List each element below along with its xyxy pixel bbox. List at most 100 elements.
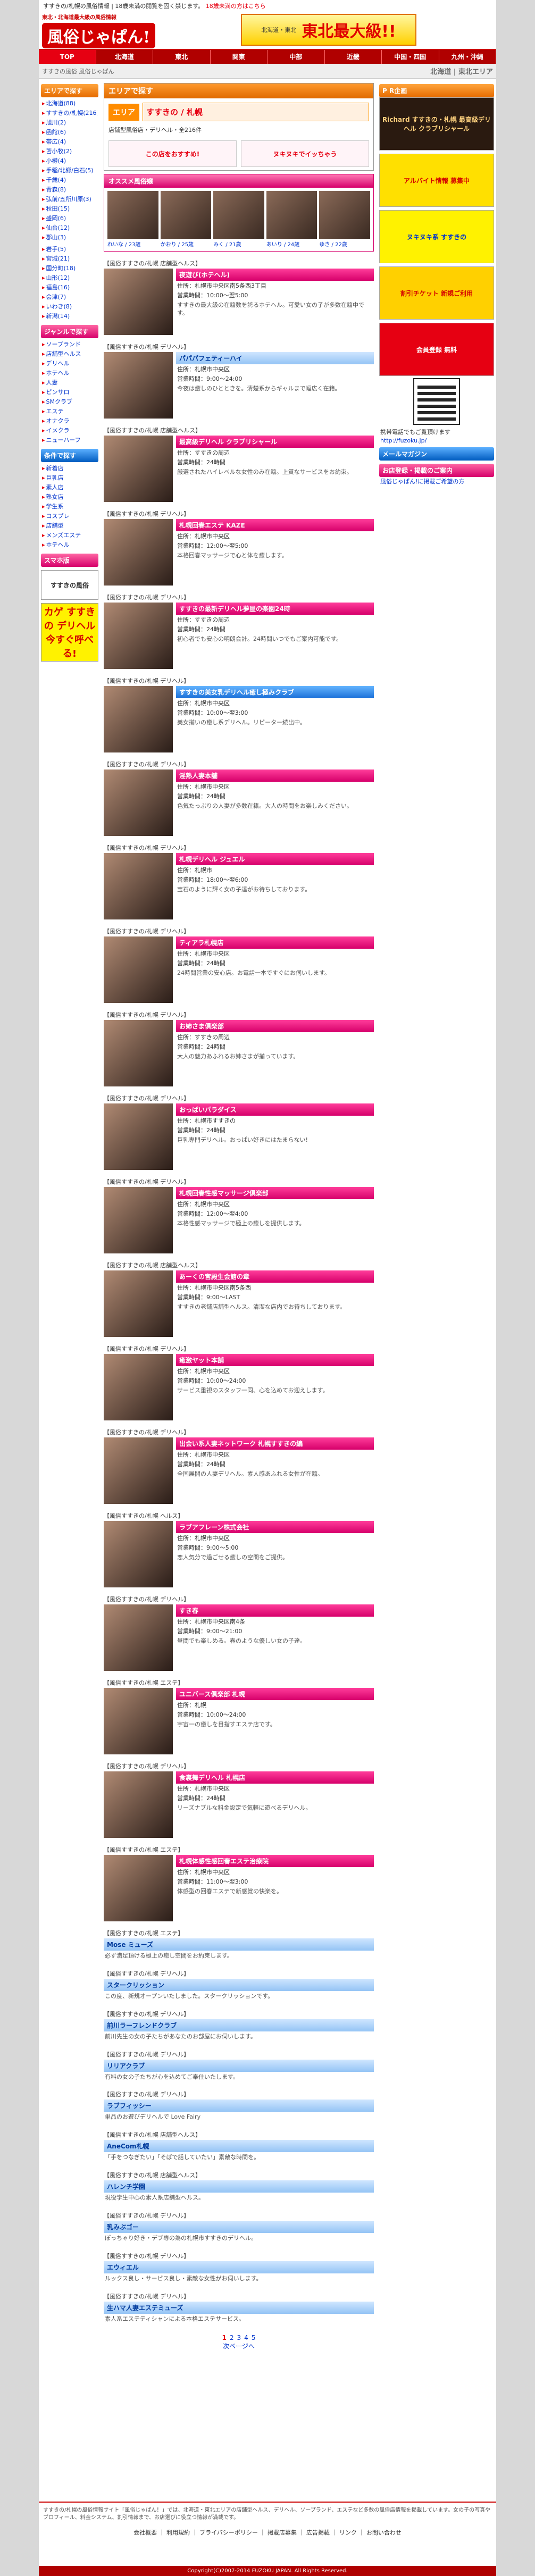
shop-name[interactable]: ハレンチ学園	[107, 2182, 145, 2191]
nav-item[interactable]: 関東	[211, 50, 268, 64]
shop-name-bar[interactable]: 生ハマ人妻エステミューズ	[104, 2301, 374, 2314]
shop-name-bar[interactable]: すすきの最新デリヘル夢屋の楽園24時	[176, 603, 374, 615]
shop-name[interactable]: パパパフェティーハイ	[179, 354, 243, 363]
sidebar-link[interactable]: コスプレ	[42, 511, 97, 521]
sidebar-link[interactable]: 盛岡(6)	[42, 213, 97, 223]
nav-item[interactable]: 北海道	[96, 50, 153, 64]
sidebar-link[interactable]: デリヘル	[42, 358, 97, 368]
sidebar-link[interactable]: 巨乳店	[42, 473, 97, 482]
sidebar-link[interactable]: 秋田(15)	[42, 204, 97, 213]
sidebar-link[interactable]: 店舗型	[42, 521, 97, 530]
shop-photo[interactable]	[104, 1103, 173, 1170]
sidebar-link[interactable]: 郡山(3)	[42, 232, 97, 242]
sidebar-link[interactable]: すすきの/札幌(216)	[42, 108, 97, 118]
shop-name[interactable]: 出会い系人妻ネットワーク 札幌すすきの編	[179, 1439, 303, 1448]
shop-photo[interactable]	[104, 269, 173, 335]
sidebar-link[interactable]: 国分町(18)	[42, 263, 97, 273]
shop-photo[interactable]	[104, 1688, 173, 1754]
shop-name[interactable]: ユニバース倶楽部 札幌	[179, 1690, 245, 1699]
shop-name[interactable]: 札幌回春エステ KAZE	[179, 521, 245, 530]
shop-name-bar[interactable]: ティアラ札幌店	[176, 936, 374, 949]
shop-photo[interactable]	[104, 1187, 173, 1253]
shop-photo[interactable]	[104, 853, 173, 919]
sidebar-link[interactable]: 山形(12)	[42, 273, 97, 282]
shop-name[interactable]: 淫熟人妻本舗	[179, 771, 218, 780]
sidebar-link[interactable]: 会津(7)	[42, 292, 97, 302]
page-link[interactable]: 2	[230, 2334, 234, 2341]
shop-name[interactable]: AneCom札幌	[107, 2142, 149, 2151]
girl-name[interactable]: れいな / 23歳	[107, 240, 158, 248]
sidebar-link[interactable]: エステ	[42, 406, 97, 416]
shop-name[interactable]: 札幌デリヘル ジュエル	[179, 855, 245, 864]
shop-name-bar[interactable]: エウィエル	[104, 2261, 374, 2273]
sidebar-link[interactable]: 新潟(14)	[42, 311, 97, 321]
sidebar-link[interactable]: 帯広(4)	[42, 137, 97, 146]
shop-name-bar[interactable]: おっぱいパラダイス	[176, 1103, 374, 1116]
shop-name-bar[interactable]: AneCom札幌	[104, 2140, 374, 2153]
sidebar-link[interactable]: 青森(8)	[42, 185, 97, 194]
shop-name-bar[interactable]: 癒激ヤット本舗	[176, 1354, 374, 1366]
nav-item[interactable]: 近畿	[325, 50, 382, 64]
sidebar-link[interactable]: ピンサロ	[42, 387, 97, 397]
shop-name-bar[interactable]: ラブアフレーン株式会社	[176, 1521, 374, 1533]
sidebar-link[interactable]: 熟女店	[42, 492, 97, 501]
sidebar-link[interactable]: 新着店	[42, 463, 97, 473]
recommended-girl[interactable]: れいな / 23歳	[107, 191, 158, 248]
shop-name[interactable]: 食裏舞デリヘル 札幌店	[179, 1773, 245, 1782]
shop-name[interactable]: スタークリッション	[107, 1980, 164, 1989]
shop-photo[interactable]	[104, 436, 173, 502]
right-banner[interactable]: 会員登録 無料	[379, 323, 494, 376]
shop-name-bar[interactable]: お姉さま倶楽部	[176, 1020, 374, 1032]
shop-name[interactable]: すき春	[179, 1606, 198, 1615]
smartphone-banner[interactable]: すすきの風俗	[41, 570, 98, 600]
recommended-girl[interactable]: みく / 21歳	[213, 191, 264, 248]
shop-name-bar[interactable]: Mose ミューズ	[104, 1938, 374, 1951]
sidebar-link[interactable]: 千歳(4)	[42, 175, 97, 185]
shop-name[interactable]: 最高級デリヘル クラブリシャール	[179, 437, 277, 446]
sidebar-link[interactable]: 福島(16)	[42, 282, 97, 292]
page-link[interactable]: 3	[237, 2334, 241, 2341]
shop-name-bar[interactable]: 最高級デリヘル クラブリシャール	[176, 436, 374, 448]
sidebar-link[interactable]: 弘前/五所川原(3)	[42, 194, 97, 204]
shop-name-bar[interactable]: 乳みぶゴー	[104, 2220, 374, 2233]
next-page-link[interactable]: 次ページへ	[223, 2343, 255, 2350]
sidebar-link[interactable]: 北海道(88)	[42, 98, 97, 108]
recommended-girl[interactable]: かおり / 25歳	[160, 191, 212, 248]
shop-name-bar[interactable]: スタークリッション	[104, 1978, 374, 1991]
girl-name[interactable]: かおり / 25歳	[161, 240, 212, 248]
sidebar-link[interactable]: 宮城(21)	[42, 254, 97, 263]
recommended-girl[interactable]: あいり / 24歳	[266, 191, 317, 248]
shop-name-bar[interactable]: 札幌デリヘル ジュエル	[176, 853, 374, 865]
sidebar-link[interactable]: メンズエステ	[42, 530, 97, 540]
shop-name[interactable]: 夜遊び(ホテヘル)	[179, 270, 230, 279]
shop-name[interactable]: 生ハマ人妻エステミューズ	[107, 2303, 183, 2312]
shop-name[interactable]: 前川ラーフレンドクラブ	[107, 2021, 177, 2030]
deriheru-banner[interactable]: カゲ すすきの デリヘル 今すぐ呼べる!	[41, 603, 98, 662]
shop-photo[interactable]	[104, 1771, 173, 1838]
sidebar-link[interactable]: 苫小牧(2)	[42, 146, 97, 156]
shop-name[interactable]: ラブアフレーン株式会社	[179, 1523, 249, 1532]
recommended-girl[interactable]: ゆき / 22歳	[319, 191, 370, 248]
shop-name[interactable]: すすきの最新デリヘル夢屋の楽園24時	[179, 604, 290, 613]
shop-name[interactable]: エウィエル	[107, 2263, 139, 2272]
header-banner[interactable]: 北海道・東北 東北最大級!!	[241, 14, 416, 46]
right-banner[interactable]: 割引チケット 新規ご利用	[379, 266, 494, 320]
shop-name-bar[interactable]: ラブフィッシー	[104, 2100, 374, 2112]
sidebar-link[interactable]: ソープランド	[42, 339, 97, 349]
sidebar-link[interactable]: 人妻	[42, 378, 97, 387]
qr-url[interactable]: http://fuzoku.jp/	[379, 437, 428, 445]
sidebar-link[interactable]: オナクラ	[42, 416, 97, 425]
page-link[interactable]: 4	[244, 2334, 248, 2341]
shop-photo[interactable]	[104, 770, 173, 836]
nav-item[interactable]: TOP	[39, 50, 96, 64]
ad-banner[interactable]: ヌキヌキでイッちゃう	[241, 140, 369, 167]
shop-name-bar[interactable]: あーくの宮殿生会館の章	[176, 1270, 374, 1283]
area-selector[interactable]: すすきの / 札幌	[143, 103, 369, 121]
nav-item[interactable]: 九州・沖縄	[439, 50, 496, 64]
shop-name-bar[interactable]: リリアクラブ	[104, 2059, 374, 2072]
sidebar-link[interactable]: 店舗型ヘルス	[42, 349, 97, 358]
shop-name[interactable]: ラブフィッシー	[107, 2101, 152, 2110]
sidebar-link[interactable]: いわき(8)	[42, 302, 97, 311]
shop-photo[interactable]	[104, 1855, 173, 1921]
shop-name[interactable]: 乳みぶゴー	[107, 2222, 139, 2231]
